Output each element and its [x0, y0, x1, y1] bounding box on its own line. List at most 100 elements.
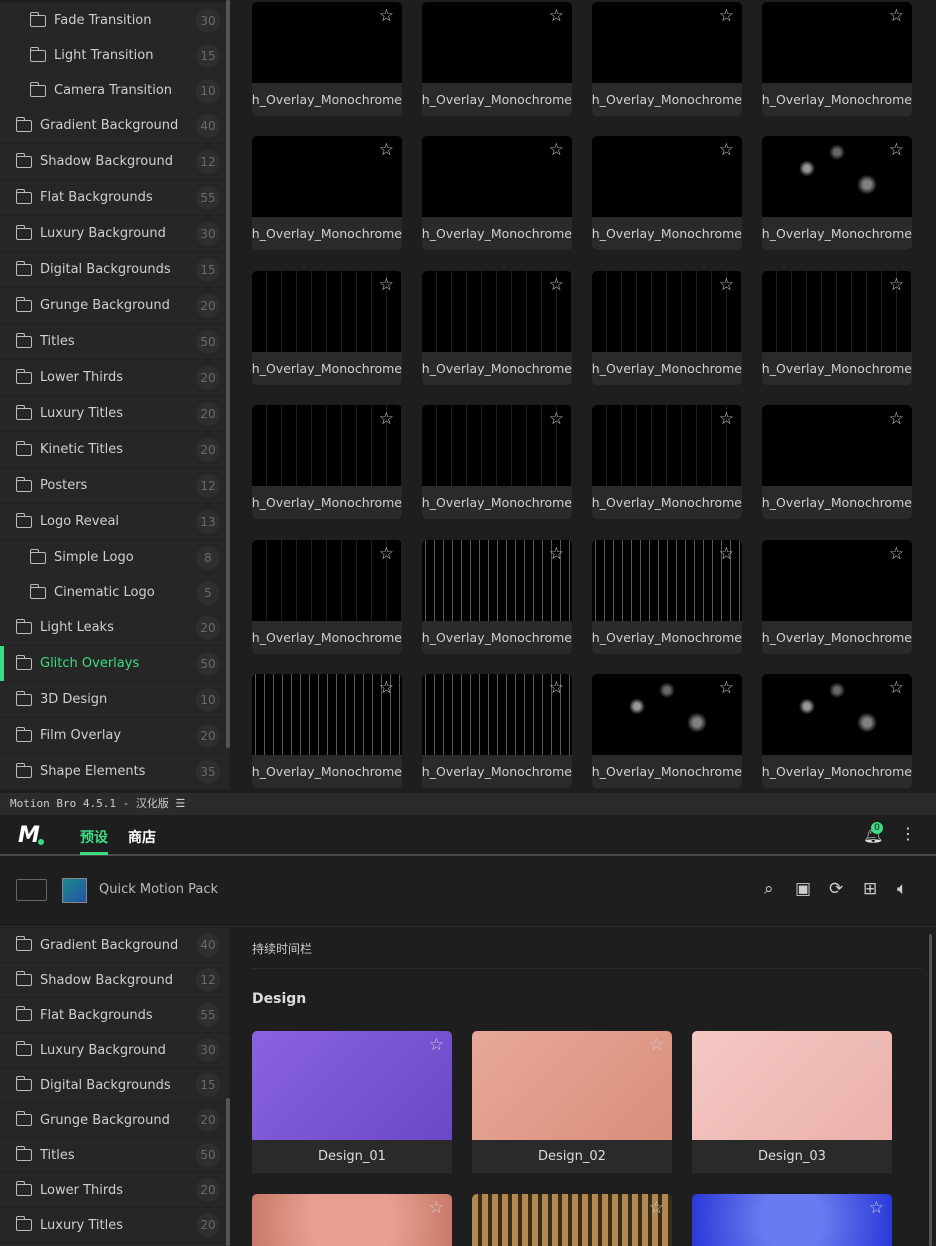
more-menu-icon[interactable]: ⋮	[900, 824, 916, 843]
preset-card[interactable]: ☆ Glitch_Overlay_Monochrome	[422, 136, 572, 250]
design-card[interactable]: ☆ Design_02	[472, 1031, 672, 1173]
sidebar-item[interactable]: Digital Backgrounds 15	[0, 1068, 230, 1103]
preset-card[interactable]: ☆ Glitch_Overlay_Monochrome	[762, 540, 912, 654]
preset-card[interactable]: ☆ Glitch_Overlay_Monochrome	[252, 540, 402, 654]
star-icon[interactable]: ☆	[549, 680, 564, 697]
preset-card[interactable]: ☆ Glitch_Overlay_Monochrome	[592, 405, 742, 519]
star-icon[interactable]: ☆	[379, 546, 394, 563]
star-icon[interactable]: ☆	[649, 1037, 664, 1054]
sidebar-item[interactable]: Light Transition 15	[0, 38, 230, 73]
sidebar-item[interactable]: Logo Reveal 13	[0, 504, 230, 540]
sidebar-item[interactable]: Grunge Background 20	[0, 1103, 230, 1138]
sidebar-item[interactable]: Luxury Titles 20	[0, 1208, 230, 1243]
design-card[interactable]: ☆	[472, 1194, 672, 1246]
star-icon[interactable]: ☆	[379, 277, 394, 294]
pack-thumbnail[interactable]	[62, 878, 87, 903]
preset-card[interactable]: ☆ Glitch_Overlay_Monochrome	[762, 405, 912, 519]
main-scrollbar[interactable]	[929, 934, 932, 1246]
sidebar-item[interactable]: Fade Transition 30	[0, 3, 230, 38]
preset-card[interactable]: ☆ Glitch_Overlay_Monochrome	[422, 540, 572, 654]
preset-card[interactable]: ☆ Glitch_Overlay_Monochrome	[252, 405, 402, 519]
star-icon[interactable]: ☆	[549, 142, 564, 159]
star-icon[interactable]: ☆	[719, 680, 734, 697]
sidebar-item[interactable]: Glitch Overlays 50	[0, 646, 230, 682]
star-icon[interactable]: ☆	[379, 680, 394, 697]
tab-presets[interactable]: 预设	[80, 827, 108, 847]
star-icon[interactable]: ☆	[719, 8, 734, 25]
star-icon[interactable]: ☆	[549, 8, 564, 25]
sidebar-item[interactable]: Lower Thirds 20	[0, 1173, 230, 1208]
preset-card[interactable]: ☆ Glitch_Overlay_Monochrome	[252, 136, 402, 250]
preset-card[interactable]: ☆ Glitch_Overlay_Monochrome	[422, 2, 572, 116]
preset-card[interactable]: ☆ Glitch_Overlay_Monochrome	[592, 2, 742, 116]
sidebar-item[interactable]: Luxury Background 30	[0, 1033, 230, 1068]
design-card[interactable]: ☆ Design_01	[252, 1031, 452, 1173]
sidebar-item[interactable]: Camera Transition 10	[0, 73, 230, 108]
sidebar-item[interactable]: Film Overlay 20	[0, 718, 230, 754]
star-icon[interactable]: ☆	[719, 142, 734, 159]
preset-card[interactable]: ☆ Glitch_Overlay_Monochrome	[592, 271, 742, 385]
star-icon[interactable]: ☆	[379, 411, 394, 428]
star-icon[interactable]: ☆	[889, 8, 904, 25]
star-icon[interactable]: ☆	[889, 142, 904, 159]
preset-card[interactable]: ☆ Glitch_Overlay_Monochrome	[252, 674, 402, 788]
sidebar-item[interactable]: Digital Backgrounds 15	[0, 252, 230, 288]
sidebar-item[interactable]: Simple Logo 8	[0, 540, 230, 575]
preset-card[interactable]: ☆ Glitch_Overlay_Monochrome	[252, 2, 402, 116]
star-icon[interactable]: ☆	[649, 1200, 664, 1217]
sidebar-item[interactable]: Shadow Background 12	[0, 144, 230, 180]
sidebar-item[interactable]: Light Leaks 20	[0, 610, 230, 646]
star-icon[interactable]: ☆	[719, 411, 734, 428]
star-icon[interactable]: ☆	[549, 546, 564, 563]
star-icon[interactable]: ☆	[889, 411, 904, 428]
preset-card[interactable]: ☆ Glitch_Overlay_Monochrome	[762, 271, 912, 385]
star-icon[interactable]: ☆	[719, 546, 734, 563]
sidebar-scrollbar[interactable]	[226, 0, 230, 748]
sidebar-item[interactable]: Luxury Titles 20	[0, 396, 230, 432]
preset-card[interactable]: ☆ Glitch_Overlay_Monochrome	[422, 405, 572, 519]
star-icon[interactable]: ☆	[429, 1200, 444, 1217]
sidebar-item[interactable]: Shape Elements 35	[0, 754, 230, 790]
sidebar-scrollbar-bottom[interactable]	[226, 1098, 230, 1246]
design-card[interactable]: ☆	[692, 1194, 892, 1246]
sidebar-item[interactable]: Cinematic Logo 5	[0, 575, 230, 610]
preset-card[interactable]: ☆ Glitch_Overlay_Monochrome	[252, 271, 402, 385]
preset-card[interactable]: ☆ Glitch_Overlay_Monochrome	[762, 674, 912, 788]
star-icon[interactable]: ☆	[869, 1200, 884, 1217]
grid-view-icon[interactable]: ⊞	[863, 879, 877, 899]
preset-card[interactable]: ☆ Glitch_Overlay_Monochrome	[422, 271, 572, 385]
star-icon[interactable]: ☆	[719, 277, 734, 294]
preset-card[interactable]: ☆ Glitch_Overlay_Monochrome	[762, 2, 912, 116]
star-icon[interactable]: ☆	[429, 1037, 444, 1054]
autoplay-icon[interactable]: ⟳	[829, 879, 843, 899]
sidebar-item[interactable]: Gradient Background 40	[0, 108, 230, 144]
sidebar-item[interactable]: Titles 50	[0, 1138, 230, 1173]
star-icon[interactable]: ☆	[379, 142, 394, 159]
preset-card[interactable]: ☆ Glitch_Overlay_Monochrome	[592, 136, 742, 250]
star-icon[interactable]: ☆	[869, 1037, 884, 1054]
star-icon[interactable]: ☆	[889, 680, 904, 697]
folder-icon[interactable]	[16, 879, 47, 901]
sidebar-item[interactable]: Luxury Background 30	[0, 216, 230, 252]
tab-store[interactable]: 商店	[128, 827, 156, 847]
star-icon[interactable]: ☆	[889, 277, 904, 294]
design-card[interactable]: ☆ Design_03	[692, 1031, 892, 1173]
sidebar-item[interactable]: Kinetic Titles 20	[0, 432, 230, 468]
sidebar-item[interactable]: Flat Backgrounds 55	[0, 180, 230, 216]
design-card[interactable]: ☆	[252, 1194, 452, 1246]
preset-card[interactable]: ☆ Glitch_Overlay_Monochrome	[592, 674, 742, 788]
pack-name[interactable]: Quick Motion Pack	[99, 882, 218, 897]
sidebar-item[interactable]: Flat Backgrounds 55	[0, 998, 230, 1033]
sidebar-item[interactable]: Grunge Background 20	[0, 288, 230, 324]
sidebar-item[interactable]: 3D Design 10	[0, 682, 230, 718]
preset-card[interactable]: ☆ Glitch_Overlay_Monochrome	[592, 540, 742, 654]
star-icon[interactable]: ☆	[549, 411, 564, 428]
sidebar-item[interactable]: Shadow Background 12	[0, 963, 230, 998]
sound-icon[interactable]: 🔈︎	[897, 879, 907, 899]
star-icon[interactable]: ☆	[379, 8, 394, 25]
sidebar-item[interactable]: Posters 12	[0, 468, 230, 504]
preview-icon[interactable]: ▣	[795, 879, 811, 899]
search-icon[interactable]: ⌕	[764, 879, 774, 899]
star-icon[interactable]: ☆	[889, 546, 904, 563]
sidebar-item[interactable]: Lower Thirds 20	[0, 360, 230, 396]
